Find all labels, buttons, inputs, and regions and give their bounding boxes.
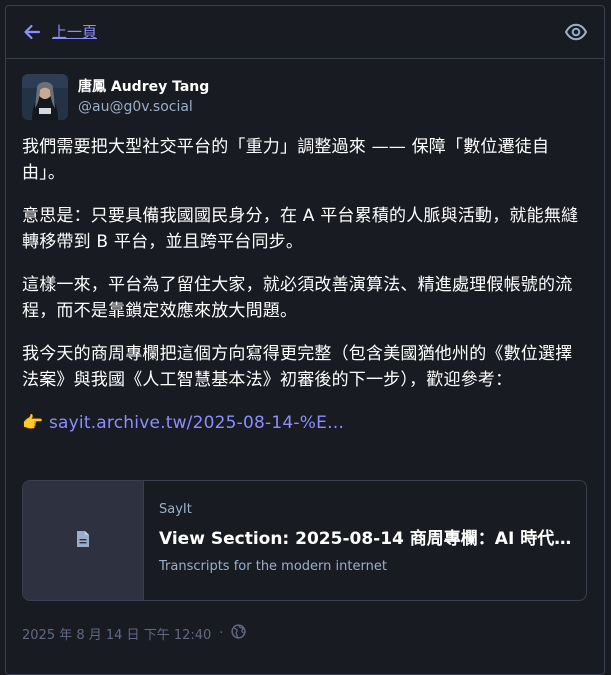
file-icon [75, 530, 91, 552]
post-detail-panel: 上一頁 唐鳳 Audrey Tang @au@g0v.social 我們需要把大… [5, 5, 605, 675]
post-meta: 2025 年 8 月 14 日 下午 12:40 · [22, 624, 247, 643]
display-name[interactable]: 唐鳳 Audrey Tang [78, 77, 209, 97]
link-preview-card[interactable]: SayIt View Section: 2025-08-14 商周專欄：AI 時… [22, 480, 587, 601]
post-paragraph: 這樣一來，平台為了留住大家，就必須改善演算法、精進處理假帳號的流程，而不是靠鎖定… [22, 275, 573, 321]
author-names: 唐鳳 Audrey Tang @au@g0v.social [78, 77, 209, 117]
card-body: SayIt View Section: 2025-08-14 商周專欄：AI 時… [144, 481, 586, 600]
post-timestamp[interactable]: 2025 年 8 月 14 日 下午 12:40 [22, 624, 211, 643]
card-provider: SayIt [159, 502, 192, 517]
globe-icon [231, 624, 247, 643]
eye-icon [564, 23, 588, 48]
column-header: 上一頁 [6, 6, 604, 59]
avatar[interactable] [22, 74, 68, 120]
post-link[interactable]: sayit.archive.tw/2025-08-14-%E… [49, 413, 344, 433]
post-link-line: 👉 sayit.archive.tw/2025-08-14-%E… [22, 410, 588, 436]
toggle-visibility-button[interactable] [564, 20, 588, 44]
post-paragraph: 意思是：只要具備我國國民身分，在 A 平台累積的人脈與活動，就能無縫轉移帶到 B… [22, 206, 579, 252]
post-author[interactable]: 唐鳳 Audrey Tang @au@g0v.social [22, 73, 209, 121]
meta-separator: · [219, 626, 224, 641]
card-description: Transcripts for the modern internet [159, 559, 387, 574]
back-label[interactable]: 上一頁 [52, 21, 97, 43]
account-handle[interactable]: @au@g0v.social [78, 97, 209, 117]
post-content: 我們需要把大型社交平台的「重力」調整過來 —— 保障「數位遷徒自由」。 意思是：… [22, 134, 588, 436]
card-thumbnail [23, 481, 144, 600]
post-paragraph: 我們需要把大型社交平台的「重力」調整過來 —— 保障「數位遷徒自由」。 [22, 137, 550, 183]
arrow-left-icon [22, 22, 42, 42]
card-title[interactable]: View Section: 2025-08-14 商周專欄：AI 時代 … [159, 527, 572, 551]
back-button[interactable]: 上一頁 [22, 21, 97, 43]
pointing-hand-icon: 👉 [22, 413, 44, 433]
post-paragraph: 我今天的商周專欄把這個方向寫得更完整（包含美國猶他州的《數位選擇法案》與我國《人… [22, 344, 573, 390]
